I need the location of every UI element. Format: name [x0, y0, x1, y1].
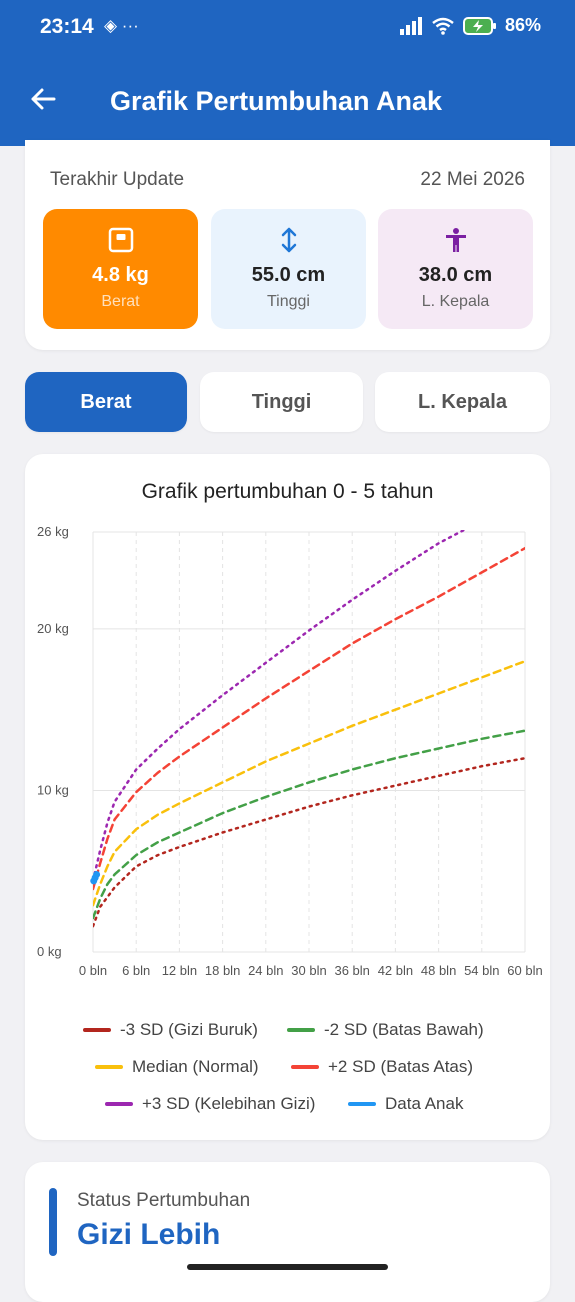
legend-item: Median (Normal): [95, 1057, 259, 1077]
legend-item: -2 SD (Batas Bawah): [287, 1020, 484, 1040]
y-tick-label: 20 kg: [37, 621, 69, 636]
signal-icon: [399, 16, 422, 35]
legend-swatch: [83, 1028, 111, 1032]
update-label: Terakhir Update: [50, 169, 185, 190]
legend-swatch: [105, 1102, 133, 1106]
person-icon: [445, 228, 466, 252]
app-bar: Grafik Pertumbuhan Anak: [0, 58, 575, 146]
x-tick-label: 60 bln: [507, 963, 542, 978]
x-tick-label: 6 bln: [122, 963, 150, 978]
growth-chart: 0 bln 6 bln 12 bln 18 bln 24 bln 30 bln 36 bln…: [37, 524, 543, 978]
back-arrow-icon[interactable]: [28, 84, 58, 114]
x-tick-label: 36 bln: [334, 963, 369, 978]
vertical-arrows-icon: [281, 227, 296, 253]
tab-tinggi[interactable]: Tinggi: [200, 372, 363, 432]
y-tick-label: 10 kg: [37, 782, 69, 797]
legend-label: -2 SD (Batas Bawah): [324, 1020, 484, 1039]
head-circumference-label: L. Kepala: [421, 293, 490, 310]
legend-label: -3 SD (Gizi Buruk): [120, 1020, 258, 1039]
legend-swatch: [287, 1028, 315, 1032]
x-tick-label: 54 bln: [464, 963, 499, 978]
status-bar: 23:14 ◈ ··· 86%: [0, 0, 575, 58]
legend-label: +3 SD (Kelebihan Gizi): [142, 1094, 316, 1113]
scale-icon: [108, 227, 133, 253]
tab-berat[interactable]: Berat: [25, 372, 187, 432]
status-label: Status Pertumbuhan: [77, 1190, 251, 1211]
legend-swatch: [348, 1102, 376, 1106]
legend-item: Data Anak: [348, 1094, 463, 1114]
growth-status-card: Status Pertumbuhan Gizi Lebih: [25, 1162, 550, 1302]
head-circumference-metric-card: 38.0 cm L. Kepala: [378, 209, 533, 329]
status-accent-bar: [49, 1188, 57, 1256]
series-line: [93, 530, 467, 883]
height-metric-card: 55.0 cm Tinggi: [211, 209, 366, 329]
height-label: Tinggi: [267, 293, 310, 310]
notification-icons: ◈ ···: [104, 16, 139, 35]
x-tick-label: 0 bln: [79, 963, 107, 978]
status-value: Gizi Lebih: [77, 1218, 221, 1251]
x-tick-label: 12 bln: [162, 963, 197, 978]
legend-item: -3 SD (Gizi Buruk): [83, 1020, 258, 1040]
battery-percent: 86%: [504, 15, 541, 35]
tab-kepala[interactable]: L. Kepala: [375, 372, 550, 432]
x-tick-label: 30 bln: [291, 963, 326, 978]
page-title: Grafik Pertumbuhan Anak: [110, 86, 443, 116]
wifi-icon: [432, 17, 454, 35]
legend-swatch: [95, 1065, 123, 1069]
data-point: [93, 870, 101, 878]
y-tick-label: 26 kg: [37, 524, 69, 539]
chart-card: Grafik pertumbuhan 0 - 5 tahun 0 bln 6 bl…: [25, 454, 550, 1140]
update-date: 22 Mei 2026: [420, 169, 525, 190]
battery-charging-icon: [462, 16, 496, 35]
summary-card: Terakhir Update 22 Mei 2026 4.8 kg Berat…: [25, 140, 550, 350]
legend-label: Median (Normal): [132, 1057, 259, 1076]
weight-value: 4.8 kg: [92, 264, 149, 286]
x-tick-label: 42 bln: [378, 963, 413, 978]
head-circumference-value: 38.0 cm: [418, 264, 493, 286]
legend-item: +3 SD (Kelebihan Gizi): [105, 1094, 315, 1114]
legend-label: +2 SD (Batas Atas): [328, 1057, 474, 1076]
status-time: 23:14: [40, 15, 94, 38]
legend-swatch: [291, 1065, 319, 1069]
x-tick-label: 48 bln: [421, 963, 456, 978]
legend-label: Data Anak: [385, 1094, 464, 1113]
height-value: 55.0 cm: [251, 264, 326, 286]
status-right-icons: 86%: [399, 15, 541, 36]
x-tick-label: 18 bln: [205, 963, 240, 978]
home-indicator[interactable]: [187, 1264, 388, 1270]
weight-label: Berat: [101, 293, 140, 310]
weight-metric-card: 4.8 kg Berat: [43, 209, 198, 329]
y-tick-label: 0 kg: [37, 944, 62, 959]
x-tick-label: 24 bln: [248, 963, 283, 978]
legend-item: +2 SD (Batas Atas): [291, 1057, 473, 1077]
